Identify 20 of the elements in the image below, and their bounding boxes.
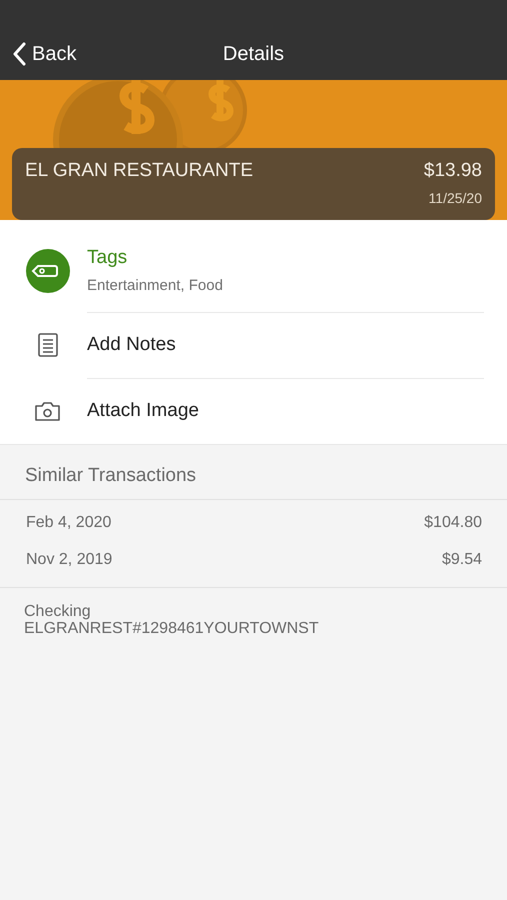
add-notes-link[interactable]: Add Notes (87, 334, 484, 356)
transaction-amount: $13.98 (424, 160, 482, 182)
camera-icon (34, 400, 61, 422)
section-title: Similar Transactions (25, 465, 196, 486)
transaction-amount: $9.54 (442, 551, 482, 569)
document-icon (38, 333, 58, 357)
transaction-date: 11/25/20 (428, 190, 482, 206)
attach-image-link[interactable]: Attach Image (87, 400, 484, 422)
transaction-date: Feb 4, 2020 (26, 514, 112, 532)
tag-list: Entertainment, Food (87, 277, 484, 294)
back-button[interactable]: Back (10, 40, 78, 68)
transaction-date: Nov 2, 2019 (26, 551, 112, 569)
merchant-name: EL GRAN RESTAURANTE (25, 160, 254, 183)
transaction-description: ELGRANREST#1298461YOURTOWNST (24, 620, 320, 638)
account-name: Checking (24, 604, 92, 621)
tag-icon (26, 249, 70, 293)
tags-link[interactable]: Tags (87, 247, 484, 269)
chevron-icon (12, 42, 26, 66)
transaction-amount: $104.80 (424, 514, 482, 532)
screen-title: Details (222, 42, 284, 66)
